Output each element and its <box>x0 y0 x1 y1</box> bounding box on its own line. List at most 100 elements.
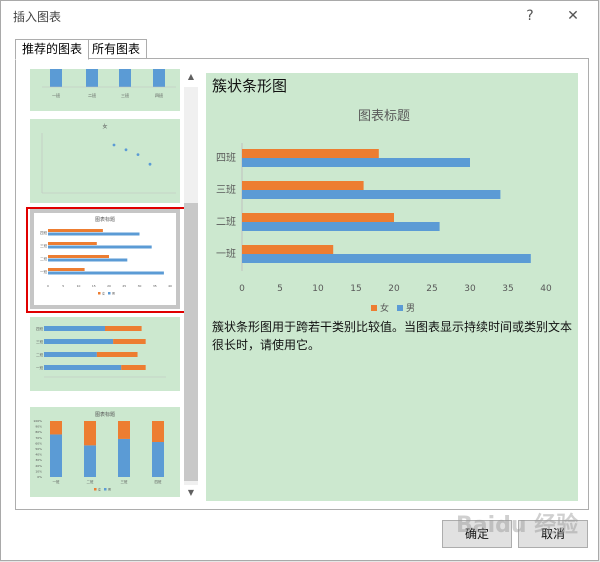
thumb-legend-label: 男 <box>108 487 111 492</box>
chart-bar-女-三班 <box>242 181 364 190</box>
thumb-pct-axis-label: 30% <box>35 458 42 462</box>
thumb-stacked-bar-segment <box>96 352 138 357</box>
thumb-pct-column-segment <box>152 421 164 442</box>
chart-legend-swatch <box>397 305 403 311</box>
thumb-stacked-category-label: 二班 <box>36 352 43 357</box>
chart-tick-label: 0 <box>239 284 245 294</box>
thumb-pct-title: 图表标题 <box>95 411 115 418</box>
thumb-scatter-point <box>148 162 152 166</box>
thumb-column-bar <box>119 69 131 87</box>
thumb-legend-label: 女 <box>98 487 101 492</box>
thumb-pct-axis-label: 90% <box>35 425 42 429</box>
thumb-stacked-bar-segment <box>44 352 97 357</box>
insert-chart-dialog: 插入图表 ? ✕ 推荐的图表 所有图表 一班 二班 三班 四班 女 图表标题 一… <box>0 0 599 561</box>
thumb-stacked-bar-segment <box>44 326 105 331</box>
thumbnail-scatter[interactable]: 女 <box>30 119 180 203</box>
tab-recommended-charts[interactable]: 推荐的图表 <box>15 39 90 60</box>
thumb-pct-column-segment <box>118 438 130 477</box>
chart-category-label: 三班 <box>216 184 236 196</box>
thumb-pct-axis-label: 100% <box>33 419 42 423</box>
help-button[interactable]: ? <box>520 6 540 26</box>
thumbnail-clustered-column[interactable]: 一班 二班 三班 四班 <box>30 69 180 111</box>
thumb-stacked-bar-segment <box>121 365 146 370</box>
thumb-pct-column-segment <box>50 434 62 477</box>
chart-tick-label: 20 <box>388 284 400 294</box>
chart-type-description: 簇状条形图用于跨若干类别比较值。当图表显示持续时间或类别文本很长时，请使用它。 <box>212 320 573 352</box>
chart-tick-label: 25 <box>426 284 437 294</box>
title-bar: 插入图表 ? ✕ <box>1 1 598 31</box>
thumb-pct-category-label: 四班 <box>155 479 162 484</box>
thumb-stacked-category-label: 三班 <box>36 339 43 344</box>
thumb-stacked-bar-segment <box>105 326 142 331</box>
thumbnail-stacked-bar-graphic: 一班二班三班四班 <box>36 326 166 378</box>
thumb-pct-column-segment <box>84 421 96 446</box>
window-title: 插入图表 <box>13 10 62 24</box>
chart-legend-label: 男 <box>406 303 415 313</box>
thumb-pct-category-label: 二班 <box>87 479 94 484</box>
close-button[interactable]: ✕ <box>563 6 583 26</box>
chart-bar-男-二班 <box>242 222 440 231</box>
thumbnail-percent-stacked-column-graphic: 图表标题 100% 90%80% 70%60% 50% 40%30% 20%10% 0% 一班… <box>33 411 164 492</box>
thumb-scatter-title: 女 <box>102 123 107 130</box>
chart-tick-label: 30 <box>464 284 476 294</box>
tab-panel: 一班 二班 三班 四班 女 图表标题 一班 二班 三班 四班 0 5 10 15 20 25 30 35… <box>15 58 589 510</box>
clustered-bar-chart: 图表标题 一班 二班 三班 四班 0 5 10 15 20 25 30 35 40 女 男 <box>216 109 552 313</box>
thumb-column-label: 四班 <box>155 92 163 98</box>
thumb-pct-column-segment <box>152 442 164 477</box>
scroll-up-arrow-icon[interactable]: ▲ <box>184 69 198 85</box>
thumb-pct-axis-label: 70% <box>35 436 42 440</box>
chart-bar-女-二班 <box>242 213 394 222</box>
thumb-column-label: 一班 <box>52 92 60 98</box>
thumb-stacked-category-label: 四班 <box>36 326 43 331</box>
thumb-legend-swatch <box>94 488 97 491</box>
chart-preview-pane: 簇状条形图 图表标题 一班 二班 三班 四班 0 5 10 15 20 25 30 35 40 女男 簇状… <box>206 73 578 501</box>
chart-bar-男-四班 <box>242 158 470 167</box>
thumbnail-scatter-graphic: 女 <box>41 123 176 194</box>
thumb-scatter-point <box>124 148 128 152</box>
thumbnail-scrollbar[interactable]: ▲ ▼ <box>184 69 198 501</box>
thumb-pct-column-segment <box>84 445 96 477</box>
thumbnail-clustered-column-graphic: 一班 二班 三班 四班 <box>42 69 176 98</box>
tab-all-charts[interactable]: 所有图表 <box>85 39 148 60</box>
thumb-scatter-point <box>112 143 116 147</box>
chart-tick-label: 15 <box>350 284 361 294</box>
thumb-pct-axis-label: 60% <box>35 441 42 445</box>
thumb-pct-axis-label: 40% <box>35 453 42 457</box>
thumb-scatter-point <box>136 153 140 156</box>
selected-thumbnail-highlight <box>26 207 189 313</box>
thumb-column-label: 二班 <box>88 92 96 98</box>
chart-bar-男-三班 <box>242 190 501 199</box>
thumb-pct-axis-label: 0% <box>37 475 42 479</box>
thumb-pct-column-segment <box>118 421 130 439</box>
chart-tick-label: 40 <box>540 284 552 294</box>
thumb-stacked-bar-segment <box>113 339 146 344</box>
chart-bar-女-一班 <box>242 245 334 254</box>
chart-legend-swatch <box>371 305 377 311</box>
thumb-pct-axis-label: 10% <box>35 469 42 473</box>
thumb-pct-column-segment <box>50 421 62 435</box>
chart-category-label: 二班 <box>216 216 236 228</box>
thumb-column-label: 三班 <box>121 92 129 98</box>
chart-tick-label: 5 <box>277 284 283 294</box>
scroll-down-arrow-icon[interactable]: ▼ <box>184 485 198 501</box>
chart-tick-label: 35 <box>502 284 513 294</box>
chart-bar-男-一班 <box>242 254 531 263</box>
thumb-legend-swatch <box>104 488 107 491</box>
thumb-stacked-category-label: 一班 <box>36 365 43 370</box>
chart-bar-女-四班 <box>242 149 379 158</box>
watermark: Baidu 经验 <box>456 513 579 538</box>
thumbnail-stacked-bar[interactable]: 一班 二班 三班 四班 <box>30 317 180 391</box>
thumb-pct-axis-label: 80% <box>35 430 42 434</box>
chart-category-label: 四班 <box>216 152 236 164</box>
thumb-column-bar <box>50 69 62 87</box>
thumb-pct-axis-label: 20% <box>35 464 42 468</box>
thumb-column-bar <box>86 69 98 87</box>
chart-tick-label: 10 <box>312 284 324 294</box>
thumb-pct-category-label: 一班 <box>53 479 60 484</box>
thumb-stacked-bar-segment <box>44 339 114 344</box>
thumb-column-bar <box>153 69 165 87</box>
chart-title: 图表标题 <box>358 109 410 124</box>
scrollbar-thumb[interactable] <box>184 203 198 481</box>
thumbnail-percent-stacked-column[interactable]: 图表标题 100% 90% 80% 70% 60% 50% 40% 30% 20% 10% 0% 一班… <box>30 407 180 497</box>
chart-category-label: 一班 <box>216 248 236 260</box>
